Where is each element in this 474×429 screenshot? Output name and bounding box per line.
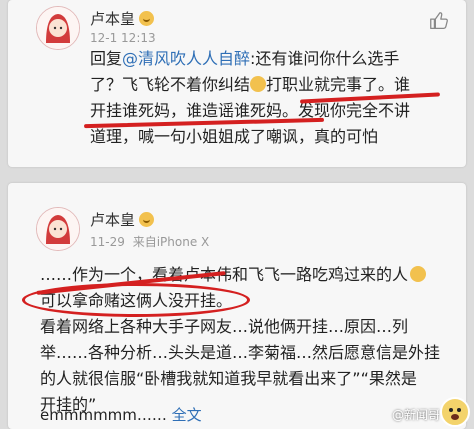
post-text: emmmmmm…… <box>40 406 172 424</box>
avatar-illustration <box>37 208 79 250</box>
post-line-7: emmmmmm…… 全文 <box>40 402 202 428</box>
thumbs-up-icon[interactable] <box>428 10 450 32</box>
reply-line-1: 回复@清风吹人人自醉:还有谁问你什么选手 <box>90 46 399 72</box>
weibo-post-reply: 卢本皇 12-1 12:13 回复@清风吹人人自醉:还有谁问你什么选手 了？飞飞… <box>8 0 466 167</box>
watermark-text: @新闻哥 <box>391 408 440 422</box>
smile-badge-icon <box>139 212 155 227</box>
mention-link[interactable]: @清风吹人人自醉 <box>122 49 250 68</box>
username-text[interactable]: 卢本皇 <box>90 211 135 229</box>
cartoon-face-icon <box>443 400 467 424</box>
reply-text: 了？飞飞轮不着你纠结 <box>90 75 251 94</box>
post-date: 11-29 <box>90 235 125 249</box>
reply-text: :还有谁问你什么选手 <box>250 49 400 68</box>
watermark-avatar <box>440 397 470 427</box>
post-date: 12-1 12:13 <box>90 31 156 45</box>
expand-full-text-link[interactable]: 全文 <box>172 406 202 424</box>
avatar-illustration <box>37 7 79 49</box>
weibo-post-original: 卢本皇 11-29 来自iPhone X ……作为一个，看着卢本伟和飞飞一路吃鸡… <box>8 183 466 429</box>
red-circle-annotation <box>22 283 250 317</box>
post-source: 来自iPhone X <box>132 235 210 249</box>
laughing-emoji-icon <box>410 266 427 282</box>
post-line-3: 看着网络上各种大手子网友…说他俩开挂…原因…列 <box>40 317 409 336</box>
post-meta: 11-29 来自iPhone X <box>90 233 209 250</box>
user-avatar[interactable] <box>36 207 80 251</box>
reply-text: 打职业就完事了。谁 <box>266 75 411 94</box>
username[interactable]: 卢本皇 <box>90 209 155 230</box>
reply-prefix: 回复 <box>90 49 123 68</box>
user-avatar[interactable] <box>36 6 80 50</box>
post-line-5: 的人就很信服“卧槽我就知道我早就看出来了”“果然是 <box>40 369 417 388</box>
reply-line-4: 道理，喊一句小姐姐成了嘲讽，真的可怕 <box>90 127 379 146</box>
post-line-4: 举……各种分析…头头是道…李菊福…然后愿意信是外挂 <box>40 343 441 362</box>
username-text[interactable]: 卢本皇 <box>90 10 135 28</box>
smile-badge-icon <box>139 11 155 26</box>
emoji-icon <box>250 76 267 92</box>
username[interactable]: 卢本皇 <box>90 8 155 29</box>
reply-line-2: 了？飞飞轮不着你纠结 打职业就完事了。谁 <box>90 72 410 98</box>
